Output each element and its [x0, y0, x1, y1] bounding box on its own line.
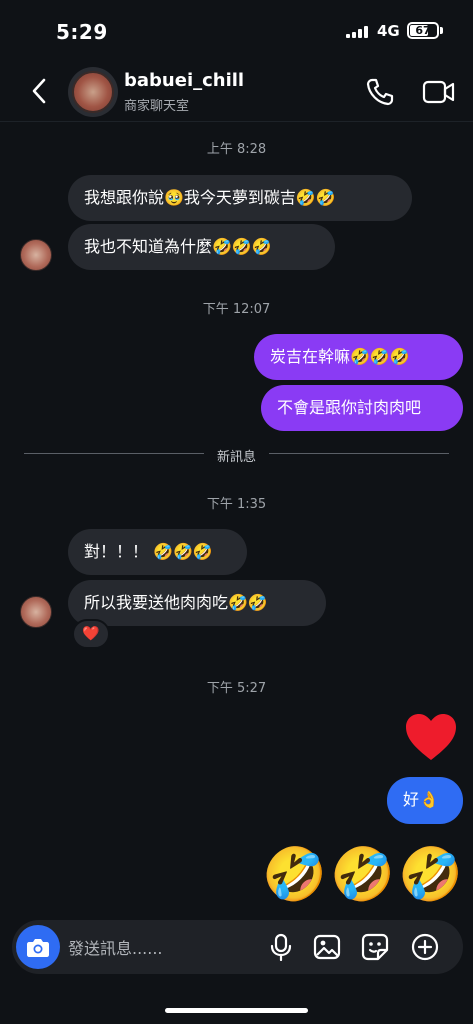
camera-button[interactable]	[16, 925, 60, 969]
new-messages-divider-right	[269, 453, 449, 454]
signal-icon	[346, 26, 368, 38]
incoming-message[interactable]: 我也不知道為什麼🤣🤣🤣	[68, 224, 335, 270]
back-arrow-icon	[32, 78, 46, 104]
outgoing-message[interactable]: 炭吉在幹嘛🤣🤣🤣	[254, 334, 463, 380]
more-button[interactable]	[410, 932, 440, 962]
contact-avatar[interactable]	[68, 67, 118, 117]
contact-subtitle: 商家聊天室	[124, 99, 190, 114]
battery-icon: 67	[407, 22, 439, 39]
incoming-message[interactable]: 我想跟你說🥹我今天夢到碳吉🤣🤣	[68, 175, 412, 221]
sticker-button[interactable]	[360, 932, 390, 962]
home-indicator[interactable]	[165, 1008, 308, 1013]
reaction-heart-icon: ❤️	[82, 626, 100, 642]
plus-icon	[411, 933, 439, 961]
gallery-button[interactable]	[312, 932, 342, 962]
call-button[interactable]	[364, 76, 396, 108]
status-time: 5:29	[56, 20, 108, 44]
network-type: 4G	[377, 22, 400, 40]
status-bar: 5:29 4G 67	[0, 0, 473, 60]
camera-icon	[27, 939, 49, 957]
heart-reaction[interactable]: ❤️	[72, 619, 110, 649]
back-button[interactable]	[24, 74, 54, 108]
big-heart-icon[interactable]	[404, 712, 458, 762]
big-emoji[interactable]: 🤣	[398, 845, 463, 905]
new-messages-label: 新訊息	[216, 450, 256, 465]
sender-avatar[interactable]	[20, 239, 52, 271]
sender-avatar[interactable]	[20, 596, 52, 628]
image-icon	[313, 934, 341, 960]
outgoing-message[interactable]: 好👌	[387, 777, 463, 824]
timestamp: 上午 8:28	[206, 142, 267, 157]
big-emoji[interactable]: 🤣	[262, 845, 327, 905]
timestamp: 下午 12:07	[202, 302, 271, 317]
video-camera-icon	[422, 80, 455, 104]
contact-name[interactable]: babuei_chill	[124, 70, 244, 91]
incoming-message[interactable]: 對！！！ 🤣🤣🤣	[68, 529, 247, 575]
battery-level: 67	[415, 24, 431, 37]
microphone-icon	[270, 933, 292, 961]
incoming-message[interactable]: 所以我要送他肉肉吃🤣🤣	[68, 580, 326, 626]
battery-cap	[440, 27, 443, 34]
message-input[interactable]: 發送訊息......	[68, 935, 163, 959]
outgoing-message[interactable]: 不會是跟你討肉肉吧	[261, 385, 463, 431]
sticker-icon	[361, 933, 389, 961]
message-composer: 發送訊息......	[12, 920, 463, 974]
microphone-button[interactable]	[266, 932, 296, 962]
chat-header: babuei_chill 商家聊天室	[0, 62, 473, 122]
big-emoji[interactable]: 🤣	[330, 845, 395, 905]
phone-icon	[366, 78, 394, 106]
timestamp: 下午 5:27	[206, 681, 267, 696]
timestamp: 下午 1:35	[206, 497, 267, 512]
video-call-button[interactable]	[422, 76, 456, 108]
